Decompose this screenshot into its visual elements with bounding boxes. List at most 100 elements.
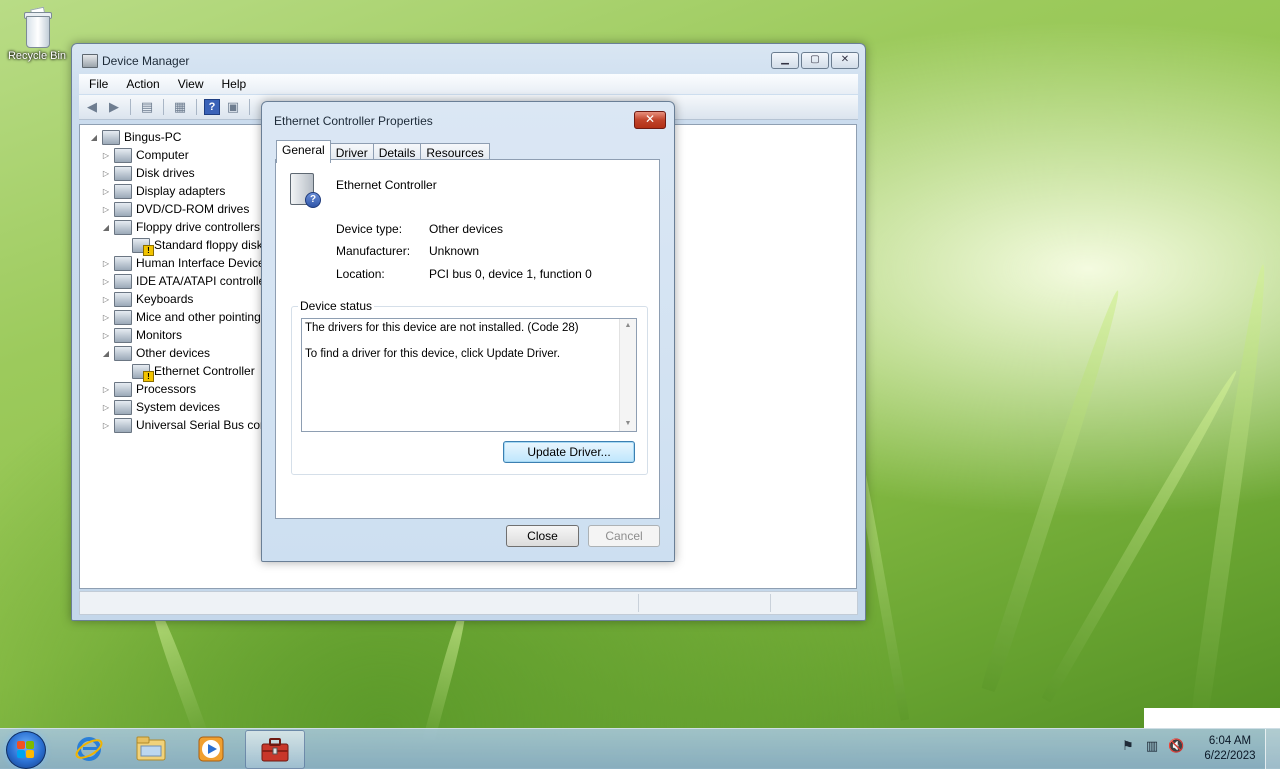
clock-date: 6/22/2023 [1204,750,1256,762]
expand-arrow-icon[interactable]: ▷ [100,169,112,178]
device-status-textbox[interactable]: The drivers for this device are not inst… [301,318,637,432]
system-devices-icon [114,399,132,415]
status-bar [79,591,858,615]
action-center-flag-icon[interactable]: ⚑ [1120,738,1136,754]
unknown-device-icon: ? [290,173,321,208]
scroll-up-icon[interactable]: ▲ [620,319,636,333]
start-button[interactable] [6,731,46,769]
floppy-controller-icon [114,219,132,235]
expand-arrow-icon[interactable]: ▷ [100,277,112,286]
manufacturer-value: Unknown [429,244,480,258]
wallpaper-grass [1190,263,1272,722]
location-label: Location: [336,267,385,281]
tree-node-label: Disk drives [136,166,195,180]
collapse-arrow-icon[interactable]: ◢ [100,349,112,358]
tree-node-label: Other devices [136,346,211,360]
expand-arrow-icon[interactable]: ▷ [100,331,112,340]
device-name: Ethernet Controller [336,178,437,192]
system-tray: ⚑ ▥ 🔇 [1120,738,1184,754]
status-segment [638,594,639,612]
toolbar-separator [196,99,197,115]
expand-arrow-icon[interactable]: ▷ [100,151,112,160]
expand-arrow-icon[interactable]: ▷ [100,205,112,214]
tree-node-label: Human Interface Devices [136,256,271,270]
volume-muted-icon[interactable]: 🔇 [1168,738,1184,754]
menu-file[interactable]: File [79,77,116,91]
expand-arrow-icon[interactable]: ▷ [100,421,112,430]
menu-action[interactable]: Action [116,77,167,91]
monitor-icon [114,327,132,343]
toolbar-separator [249,99,250,115]
help-icon[interactable]: ? [204,99,220,115]
floppy-controller-icon [132,237,154,256]
cancel-button[interactable]: Cancel [588,525,660,547]
other-devices-icon [114,345,132,361]
usb-icon [114,417,132,433]
menu-view[interactable]: View [168,77,212,91]
dialog-close-button[interactable]: ✕ [634,111,666,129]
status-segment [770,594,771,612]
device-manager-taskbar-button[interactable] [245,730,305,769]
tree-node-label: DVD/CD-ROM drives [136,202,250,216]
close-button[interactable]: ✕ [831,52,859,69]
show-desktop-button[interactable] [1265,729,1280,769]
general-tab-panel: ? Ethernet Controller Device type: Other… [275,159,660,519]
ethernet-controller-icon [132,363,154,382]
forward-icon[interactable]: ▶ [105,98,123,116]
tree-node-label: Processors [136,382,197,396]
desktop-icon-label: Recycle Bin [7,50,67,62]
network-icon[interactable]: ▥ [1144,738,1160,754]
internet-explorer-button[interactable] [60,730,118,767]
clock-time: 6:04 AM [1208,735,1252,747]
device-manager-icon [82,54,98,68]
toolbar-separator [163,99,164,115]
update-driver-button[interactable]: Update Driver... [503,441,635,463]
keyboard-icon [114,291,132,307]
expand-arrow-icon[interactable]: ▷ [100,403,112,412]
device-status-group: Device status The drivers for this devic… [291,299,648,475]
vertical-scrollbar[interactable]: ▲ ▼ [619,319,636,431]
windows-explorer-icon [136,736,166,760]
dvd-drive-icon [114,201,132,217]
minimize-button[interactable]: ▁ [771,52,799,69]
expand-arrow-icon[interactable]: ▷ [100,187,112,196]
expand-arrow-icon[interactable]: ▷ [100,295,112,304]
maximize-button[interactable]: ▢ [801,52,829,69]
menu-help[interactable]: Help [212,77,255,91]
title-bar[interactable]: Device Manager ▁ ▢ ✕ [72,44,865,74]
mouse-icon [114,309,132,325]
tab-general[interactable]: General [276,140,331,163]
update-driver-icon[interactable]: ▣ [224,98,242,116]
status-line: To find a driver for this device, click … [305,348,561,360]
media-player-icon [198,736,224,761]
dialog-title: Ethernet Controller Properties [274,114,433,128]
collapse-arrow-icon[interactable]: ◢ [100,223,112,232]
display-adapter-icon [114,183,132,199]
internet-explorer-icon [75,736,103,761]
device-status-title: Device status [298,299,375,313]
collapse-arrow-icon[interactable]: ◢ [88,133,100,142]
properties-dialog: Ethernet Controller Properties ✕ General… [261,101,675,562]
window-title: Device Manager [102,54,190,68]
tree-node-label: Monitors [136,328,183,342]
media-player-button[interactable] [182,730,240,767]
expand-arrow-icon[interactable]: ▷ [100,259,112,268]
tree-node-label: Floppy drive controllers [136,220,261,234]
manufacturer-label: Manufacturer: [336,244,411,258]
tree-node-label: Display adapters [136,184,226,198]
back-icon[interactable]: ◀ [83,98,101,116]
show-hide-tree-icon[interactable]: ▤ [138,98,156,116]
clock[interactable]: 6:04 AM 6/22/2023 [1200,734,1260,764]
device-type-value: Other devices [429,222,504,236]
close-dialog-button[interactable]: Close [506,525,579,547]
tree-node-label: Bingus-PC [124,130,182,144]
recycle-bin-icon [21,6,53,48]
windows-explorer-button[interactable] [122,730,180,767]
properties-icon[interactable]: ▦ [171,98,189,116]
expand-arrow-icon[interactable]: ▷ [100,313,112,322]
scroll-down-icon[interactable]: ▼ [620,417,636,431]
blank-area [1144,708,1280,728]
desktop-icon-recycle-bin[interactable]: Recycle Bin [4,6,70,62]
device-manager-taskbar-icon [261,737,289,761]
expand-arrow-icon[interactable]: ▷ [100,385,112,394]
